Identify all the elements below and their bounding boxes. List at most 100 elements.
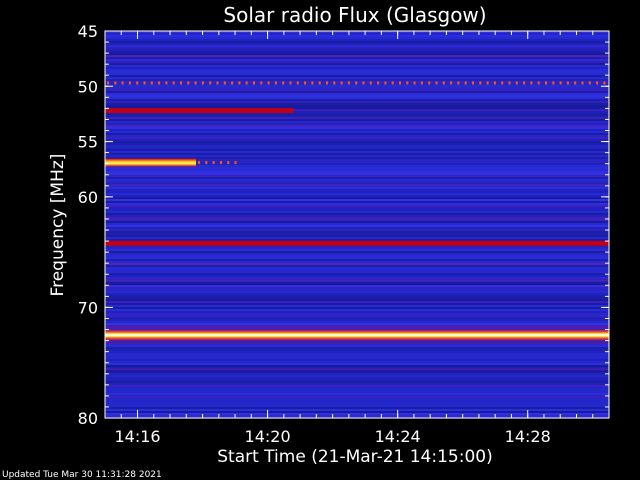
emission-dot [399,81,401,85]
noise-streak [105,197,609,199]
noise-streak [105,283,609,285]
emission-dot [172,81,175,85]
noise-streak [105,195,609,197]
noise-streak [105,129,609,131]
noise-streak [105,121,609,123]
emission-dot [340,81,343,85]
noise-streak [105,101,609,103]
emission-dot [311,81,314,85]
emission-dot [201,81,204,85]
emission-dot [223,81,226,85]
noise-streak [105,301,609,303]
noise-streak [105,73,609,75]
emission-dot [428,81,431,85]
emission-dot [537,81,540,85]
emission-dot [501,81,504,85]
emission-dot [377,81,380,85]
noise-streak [105,141,609,143]
noise-streak [105,237,609,239]
noise-streak [105,231,609,233]
emission-dot [198,161,201,165]
emission-dot [274,81,277,85]
emission-dot [128,81,131,85]
emission-dot [515,81,518,85]
noise-streak [105,271,609,273]
noise-streak [105,317,609,319]
noise-streak [105,79,609,81]
noise-streak [105,287,609,289]
emission-dot [326,81,328,85]
noise-streak [105,407,609,409]
noise-streak [105,309,609,311]
noise-streak [105,405,609,407]
x-tick-label: 14:28 [505,427,551,446]
noise-streak [105,39,609,41]
emission-dot [369,81,372,85]
emission-dot [384,81,387,85]
noise-streak [105,355,609,357]
noise-streak [105,229,609,231]
noise-streak [105,127,609,129]
background-band [105,183,609,186]
x-tick-label: 14:16 [114,427,160,446]
noise-streak [105,415,609,417]
emission-dot [212,161,215,165]
noise-streak [105,213,609,215]
emission-dot [121,81,124,85]
noise-streak [105,351,609,353]
noise-streak [105,71,609,73]
noise-streak [105,131,609,133]
noise-streak [105,145,609,147]
emission-dot [530,81,533,85]
background-band [105,368,609,371]
noise-streak [105,235,609,237]
emission-band [105,240,609,246]
noise-streak [105,41,609,43]
noise-streak [105,401,609,403]
noise-streak [105,273,609,275]
emission-dot [574,81,577,85]
noise-streak [105,75,609,77]
noise-streak [105,295,609,297]
emission-dot [362,81,365,85]
y-tick-label: 60 [78,188,98,207]
noise-streak [105,191,609,193]
noise-streak [105,413,609,415]
noise-streak [105,275,609,277]
noise-streak [105,403,609,405]
noise-streak [105,37,609,39]
emission-dot [165,81,168,85]
noise-streak [105,103,609,105]
noise-streak [105,51,609,53]
emission-dot [227,161,230,165]
x-tick-label: 14:24 [375,427,421,446]
x-axis-label: Start Time (21-Mar-21 14:15:00) [217,447,492,467]
plot-background [105,31,609,419]
emission-dot [472,81,474,85]
chart-title: Solar radio Flux (Glasgow) [223,3,486,27]
noise-streak [105,253,609,255]
emission-dot [552,81,555,85]
noise-streak [105,291,609,293]
noise-streak [105,35,609,37]
emission-dot [581,81,584,85]
noise-streak [105,391,609,393]
noise-streak [105,387,609,389]
emission-dot [158,81,161,85]
noise-streak [105,149,609,151]
noise-streak [105,59,609,61]
noise-streak [105,319,609,321]
emission-dot [289,81,292,85]
y-tick-label: 50 [78,77,98,96]
emission-dot [391,81,394,85]
emission-dot [209,81,212,85]
noise-streak [105,85,609,87]
noise-streak [105,411,609,413]
emission-dot [260,81,263,85]
emission-dot [245,81,248,85]
noise-streak [105,373,609,375]
noise-streak [105,251,609,253]
emission-band [105,108,294,114]
noise-streak [105,175,609,177]
noise-streak [105,167,609,169]
